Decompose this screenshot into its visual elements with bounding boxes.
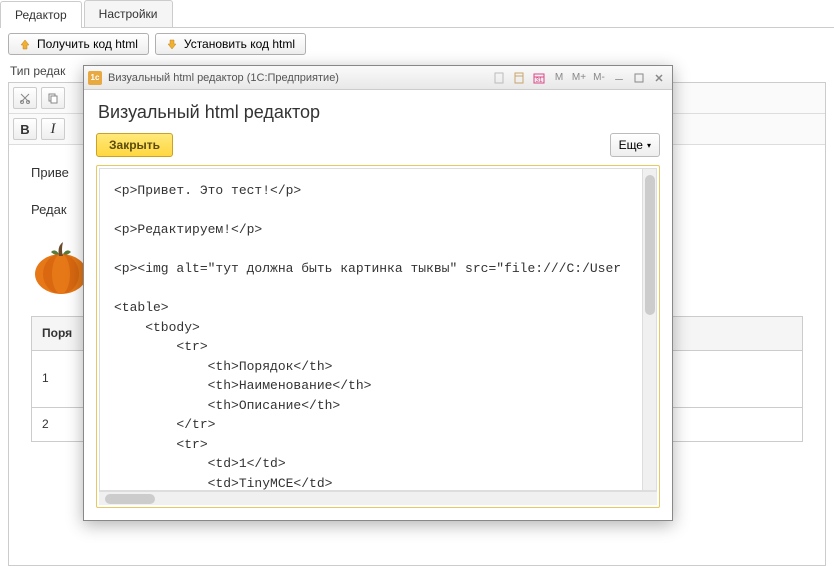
main-tabs: Редактор Настройки [0, 0, 834, 28]
pumpkin-image [31, 236, 91, 296]
set-html-button[interactable]: Установить код html [155, 33, 306, 55]
scroll-thumb[interactable] [645, 175, 655, 315]
close-button[interactable] [650, 70, 668, 86]
maximize-button[interactable] [630, 70, 648, 86]
arrow-down-icon [166, 38, 178, 50]
doc-icon[interactable] [490, 70, 508, 86]
italic-button[interactable]: I [41, 118, 65, 140]
dialog-titlebar[interactable]: 1c Визуальный html редактор (1С:Предприя… [84, 66, 672, 90]
arrow-up-icon [19, 38, 31, 50]
toolbar: Получить код html Установить код html [0, 28, 834, 60]
dialog-header: Визуальный html редактор [84, 90, 672, 129]
minimize-button[interactable]: – [610, 70, 628, 86]
tab-settings[interactable]: Настройки [84, 0, 173, 27]
copy-button[interactable] [41, 87, 65, 109]
bold-button[interactable]: B [13, 118, 37, 140]
m-button[interactable]: M [550, 70, 568, 86]
set-html-label: Установить код html [184, 37, 295, 51]
dialog-heading: Визуальный html редактор [98, 102, 658, 123]
code-scroll[interactable]: <p>Привет. Это тест!</p> <p>Редактируем!… [99, 168, 657, 491]
close-dialog-button[interactable]: Закрыть [96, 133, 173, 157]
calc-icon[interactable] [510, 70, 528, 86]
cut-button[interactable] [13, 87, 37, 109]
chevron-down-icon: ▾ [647, 141, 651, 150]
vertical-scrollbar[interactable] [642, 169, 656, 490]
more-button[interactable]: Еще▾ [610, 133, 660, 157]
get-html-button[interactable]: Получить код html [8, 33, 149, 55]
tab-editor[interactable]: Редактор [0, 1, 82, 28]
titlebar-controls: 31 M M+ M- – [490, 70, 668, 86]
code-container: <p>Привет. Это тест!</p> <p>Редактируем!… [96, 165, 660, 508]
dialog-button-row: Закрыть Еще▾ [84, 129, 672, 165]
calendar-icon[interactable]: 31 [530, 70, 548, 86]
svg-text:31: 31 [536, 78, 543, 84]
dialog-window-title: Визуальный html редактор (1С:Предприятие… [108, 72, 484, 84]
type-label: Тип редак [10, 64, 65, 78]
m-plus-button[interactable]: M+ [570, 70, 588, 86]
horizontal-scrollbar[interactable] [99, 491, 657, 505]
m-minus-button[interactable]: M- [590, 70, 608, 86]
app-logo-icon: 1c [88, 71, 102, 85]
code-text[interactable]: <p>Привет. Это тест!</p> <p>Редактируем!… [100, 169, 656, 491]
scroll-thumb[interactable] [105, 494, 155, 504]
get-html-label: Получить код html [37, 37, 138, 51]
html-editor-dialog: 1c Визуальный html редактор (1С:Предприя… [83, 65, 673, 521]
